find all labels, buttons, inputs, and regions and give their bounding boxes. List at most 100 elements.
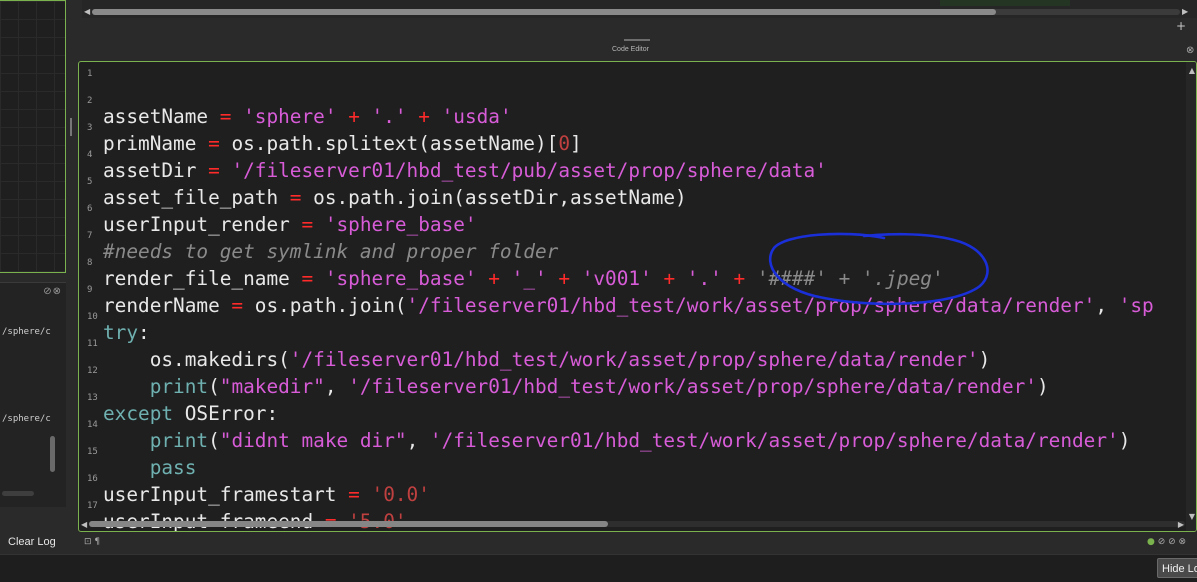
code-line[interactable]: renderName = os.path.join('/fileserver01…	[103, 292, 1154, 319]
code-token: +	[733, 267, 757, 290]
code-token: render_file_name	[103, 267, 302, 290]
top-scrollbar-thumb[interactable]	[92, 9, 996, 15]
log-vertical-scrollbar[interactable]	[50, 436, 55, 472]
code-token: =	[348, 483, 372, 506]
scroll-left-arrow-icon[interactable]: ◀	[84, 7, 90, 16]
code-token: print	[149, 375, 209, 398]
log-panel-controls-icon[interactable]: ⊘⊗	[43, 286, 62, 297]
code-token: '/fileserver01/hbd_test/work/asset/prop/…	[429, 429, 1119, 452]
line-number: 16	[87, 474, 98, 484]
code-token: '/fileserver01/hbd_test/pub/asset/prop/s…	[231, 159, 827, 182]
status-left-icons[interactable]: ⊡ ¶	[84, 537, 100, 547]
bottom-bar	[0, 554, 1197, 582]
code-token: 'sp	[1118, 294, 1154, 317]
code-line[interactable]: os.makedirs('/fileserver01/hbd_test/work…	[103, 346, 991, 373]
splitter-handle[interactable]	[70, 118, 72, 136]
scroll-left-arrow-icon[interactable]: ◀	[81, 520, 87, 529]
log-horizontal-scrollbar[interactable]	[2, 491, 34, 496]
line-number: 7	[87, 231, 93, 241]
line-number: 6	[87, 204, 93, 214]
scroll-right-arrow-icon[interactable]: ▶	[1178, 520, 1184, 529]
line-number: 15	[87, 447, 98, 457]
code-token: '0.0'	[371, 483, 430, 506]
code-token: primName	[103, 132, 209, 155]
code-token: pass	[149, 456, 197, 479]
code-line[interactable]: except OSError:	[103, 400, 278, 427]
code-token: assetName	[103, 105, 220, 128]
code-token: =	[231, 294, 255, 317]
hide-log-button[interactable]: Hide Log	[1157, 558, 1197, 578]
code-editor-title: Code Editor	[612, 46, 649, 53]
code-line[interactable]: #needs to get symlink and proper folder	[103, 238, 558, 265]
log-line: /sphere/c	[2, 327, 51, 337]
code-token: =	[289, 186, 314, 209]
code-token: +	[488, 267, 512, 290]
drag-handle[interactable]	[624, 39, 650, 41]
code-token: userInput_framestart	[103, 483, 349, 506]
line-number: 12	[87, 366, 98, 376]
code-token: userInput_render	[103, 213, 302, 236]
code-token: ,	[406, 429, 430, 452]
node-network-panel[interactable]	[0, 0, 66, 273]
vertical-scrollbar[interactable]: ▲ ▼	[1186, 62, 1196, 531]
code-line[interactable]: userInput_frameend = '5.0'	[103, 508, 407, 531]
log-line: /sphere/c	[2, 414, 51, 424]
code-token: "didnt make dir"	[219, 429, 407, 452]
status-controls-icon[interactable]: ⊘ ⊘ ⊗	[1158, 537, 1186, 547]
code-token: assetDir	[103, 159, 209, 182]
add-pane-button[interactable]: +	[1176, 19, 1186, 33]
hand-drawn-circle-annotation	[768, 232, 989, 306]
code-token: os.path.join(assetDir,assetName)	[313, 186, 687, 209]
scroll-right-arrow-icon[interactable]: ▶	[1182, 7, 1188, 16]
annotation-stroke	[768, 232, 989, 306]
code-token: 'sphere'	[243, 105, 349, 128]
code-token: os.path.splitext(assetName)[	[231, 132, 559, 155]
line-number: 11	[87, 339, 98, 349]
code-token: 'usda'	[441, 105, 512, 128]
code-token: )	[1036, 375, 1049, 398]
code-token: '.'	[686, 267, 734, 290]
close-icon[interactable]: ⊗	[1186, 45, 1194, 56]
code-token: +	[348, 105, 372, 128]
line-number: 3	[87, 123, 93, 133]
scroll-down-arrow-icon[interactable]: ▼	[1189, 512, 1195, 521]
clear-log-button[interactable]: Clear Log	[8, 536, 56, 548]
code-line[interactable]: try:	[103, 319, 150, 346]
code-token: '.'	[371, 105, 419, 128]
scroll-up-arrow-icon[interactable]: ▲	[1189, 66, 1195, 75]
code-line[interactable]: asset_file_path = os.path.join(assetDir,…	[103, 184, 687, 211]
code-editor[interactable]: 1 2 3 4 5 6 7 8 9 10 11 12 13 14 15 16 17 assetName = 's…	[78, 61, 1197, 532]
code-line[interactable]: userInput_render = 'sphere_base'	[103, 211, 477, 238]
line-number: 5	[87, 177, 93, 187]
code-line[interactable]: userInput_framestart = '0.0'	[103, 481, 430, 508]
code-token: '_'	[511, 267, 559, 290]
code-line[interactable]: print("makedir", '/fileserver01/hbd_test…	[103, 373, 1049, 400]
code-token: 'sphere_base'	[324, 213, 477, 236]
code-line[interactable]: primName = os.path.splitext(assetName)[0…	[103, 130, 582, 157]
code-token: =	[208, 132, 232, 155]
line-number: 13	[87, 393, 98, 403]
code-token: OSError:	[184, 402, 279, 425]
code-line[interactable]: assetName = 'sphere' + '.' + 'usda'	[103, 103, 512, 130]
code-token: )	[978, 348, 991, 371]
code-token: )	[1118, 429, 1131, 452]
status-right-icons[interactable]: ● ⊘ ⊘ ⊗	[1147, 537, 1186, 547]
code-token: 'v001'	[581, 267, 664, 290]
code-token: except	[103, 402, 185, 425]
code-token: (	[208, 429, 220, 452]
code-line[interactable]: assetDir = '/fileserver01/hbd_test/pub/a…	[103, 157, 827, 184]
code-token: os.path.join(	[254, 294, 407, 317]
log-panel: ⊘⊗ /sphere/c /sphere/c	[0, 282, 66, 507]
code-line[interactable]: print("didnt make dir", '/fileserver01/h…	[103, 427, 1131, 454]
code-token: #needs to get symlink and proper folder	[103, 240, 559, 263]
code-token: os.makedirs(	[103, 348, 290, 371]
code-token: +	[663, 267, 687, 290]
code-token: =	[301, 267, 325, 290]
code-line[interactable]: pass	[103, 454, 197, 481]
code-token: =	[219, 105, 244, 128]
code-token: '/fileserver01/hbd_test/work/asset/prop/…	[289, 348, 979, 371]
horizontal-scrollbar-thumb[interactable]	[89, 521, 608, 527]
